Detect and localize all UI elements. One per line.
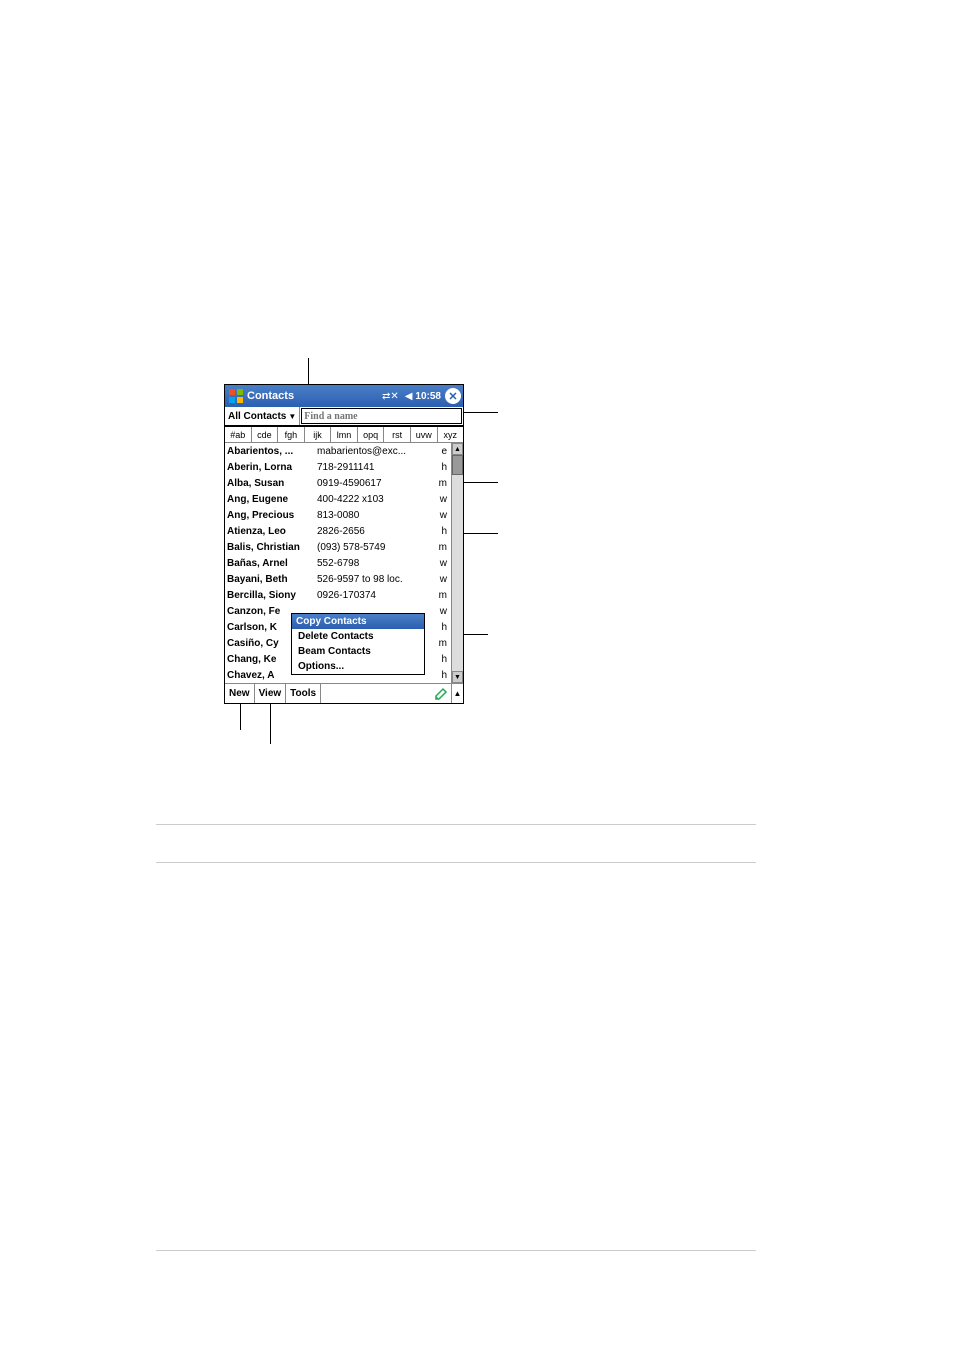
contact-type: w <box>435 494 449 505</box>
contact-row[interactable]: Ang, Precious813-0080w <box>225 507 451 523</box>
contact-row[interactable]: Bayani, Beth526-9597 to 98 loc.w <box>225 571 451 587</box>
contact-type: w <box>435 558 449 569</box>
alpha-tab[interactable]: cde <box>252 427 279 442</box>
contact-detail: 526-9597 to 98 loc. <box>317 574 435 585</box>
scroll-down-button[interactable]: ▼ <box>452 671 463 683</box>
contact-name: Atienza, Leo <box>227 526 317 537</box>
contact-type: h <box>435 526 449 537</box>
close-button[interactable]: ✕ <box>445 388 461 404</box>
contact-type: h <box>435 654 449 665</box>
contact-type: m <box>435 478 449 489</box>
contact-detail: 552-6798 <box>317 558 435 569</box>
contacts-list: Abarientos, ...mabarientos@exc...e Aberi… <box>225 443 451 683</box>
scroll-thumb[interactable] <box>452 455 463 475</box>
contact-type: w <box>435 510 449 521</box>
category-label: All Contacts <box>228 411 286 422</box>
context-menu: Copy Contacts Delete Contacts Beam Conta… <box>291 613 425 675</box>
app-title: Contacts <box>247 390 294 402</box>
bottom-bar: New View Tools ▲ <box>225 683 463 703</box>
alpha-tab[interactable]: ijk <box>305 427 332 442</box>
contact-type: h <box>435 670 449 681</box>
search-input[interactable] <box>302 411 461 422</box>
contact-detail: 0926-170374 <box>317 590 435 601</box>
alpha-tab[interactable]: opq <box>358 427 385 442</box>
alpha-tab[interactable]: #ab <box>225 427 252 442</box>
contact-name: Bercilla, Siony <box>227 590 317 601</box>
speaker-icon[interactable]: ◀ <box>405 391 413 402</box>
scroll-up-button[interactable]: ▲ <box>452 443 463 455</box>
contacts-area: Abarientos, ...mabarientos@exc...e Aberi… <box>225 443 463 683</box>
contact-type: m <box>435 638 449 649</box>
menu-item-options[interactable]: Options... <box>292 659 424 674</box>
menu-item-beam[interactable]: Beam Contacts <box>292 644 424 659</box>
contact-name: Ang, Precious <box>227 510 317 521</box>
contact-type: h <box>435 462 449 473</box>
contact-type: w <box>435 606 449 617</box>
dropdown-arrow-icon: ▼ <box>288 412 296 421</box>
contact-row[interactable]: Atienza, Leo2826-2656h <box>225 523 451 539</box>
contact-detail: mabarientos@exc... <box>317 446 435 457</box>
contact-row[interactable]: Alba, Susan0919-4590617m <box>225 475 451 491</box>
contact-type: e <box>435 446 449 457</box>
alpha-tab[interactable]: uvw <box>411 427 438 442</box>
menu-item-delete[interactable]: Delete Contacts <box>292 629 424 644</box>
contact-row[interactable]: Abarientos, ...mabarientos@exc...e <box>225 443 451 459</box>
category-dropdown[interactable]: All Contacts ▼ <box>225 407 300 425</box>
contact-detail: 813-0080 <box>317 510 435 521</box>
alphabet-tabs: #ab cde fgh ijk lmn opq rst uvw xyz <box>225 427 463 443</box>
vertical-scrollbar: ▲ ▼ <box>451 443 463 683</box>
contact-name: Alba, Susan <box>227 478 317 489</box>
connectivity-icon[interactable]: ⇄✕ <box>382 391 399 402</box>
contact-type: m <box>435 590 449 601</box>
contact-row[interactable]: Balis, Christian(093) 578-5749m <box>225 539 451 555</box>
contact-row[interactable]: Bercilla, Siony0926-170374m <box>225 587 451 603</box>
toolbar: All Contacts ▼ <box>225 407 463 427</box>
contact-name: Balis, Christian <box>227 542 317 553</box>
windows-flag-icon[interactable] <box>227 387 245 405</box>
tools-button[interactable]: Tools <box>286 684 321 703</box>
contact-type: m <box>435 542 449 553</box>
alpha-tab[interactable]: xyz <box>438 427 464 442</box>
alpha-tab[interactable]: fgh <box>278 427 305 442</box>
sip-button[interactable]: ▲ <box>451 684 463 703</box>
title-bar: Contacts ⇄✕ ◀ 10:58 ✕ <box>225 385 463 407</box>
pencil-icon <box>434 687 448 701</box>
contact-detail: 718-2911141 <box>317 462 435 473</box>
clock-time[interactable]: 10:58 <box>415 391 441 402</box>
contact-name: Abarientos, ... <box>227 446 317 457</box>
contact-detail: 400-4222 x103 <box>317 494 435 505</box>
contact-name: Bañas, Arnel <box>227 558 317 569</box>
contact-detail: 0919-4590617 <box>317 478 435 489</box>
alpha-tab[interactable]: lmn <box>331 427 358 442</box>
context-menu-title[interactable]: Copy Contacts <box>292 614 424 629</box>
contact-name: Ang, Eugene <box>227 494 317 505</box>
contact-type: h <box>435 622 449 633</box>
pocketpc-screen: Contacts ⇄✕ ◀ 10:58 ✕ All Contacts ▼ #ab… <box>224 384 464 704</box>
contact-detail: (093) 578-5749 <box>317 542 435 553</box>
contact-name: Aberin, Lorna <box>227 462 317 473</box>
edit-button[interactable] <box>431 684 451 703</box>
contact-detail: 2826-2656 <box>317 526 435 537</box>
contact-name: Bayani, Beth <box>227 574 317 585</box>
contact-row[interactable]: Bañas, Arnel552-6798w <box>225 555 451 571</box>
view-button[interactable]: View <box>255 684 287 703</box>
contact-row[interactable]: Ang, Eugene400-4222 x103w <box>225 491 451 507</box>
search-box <box>301 408 462 424</box>
scroll-track[interactable] <box>452 455 463 671</box>
alpha-tab[interactable]: rst <box>384 427 411 442</box>
contact-type: w <box>435 574 449 585</box>
new-button[interactable]: New <box>225 684 255 703</box>
contact-row[interactable]: Aberin, Lorna718-2911141h <box>225 459 451 475</box>
